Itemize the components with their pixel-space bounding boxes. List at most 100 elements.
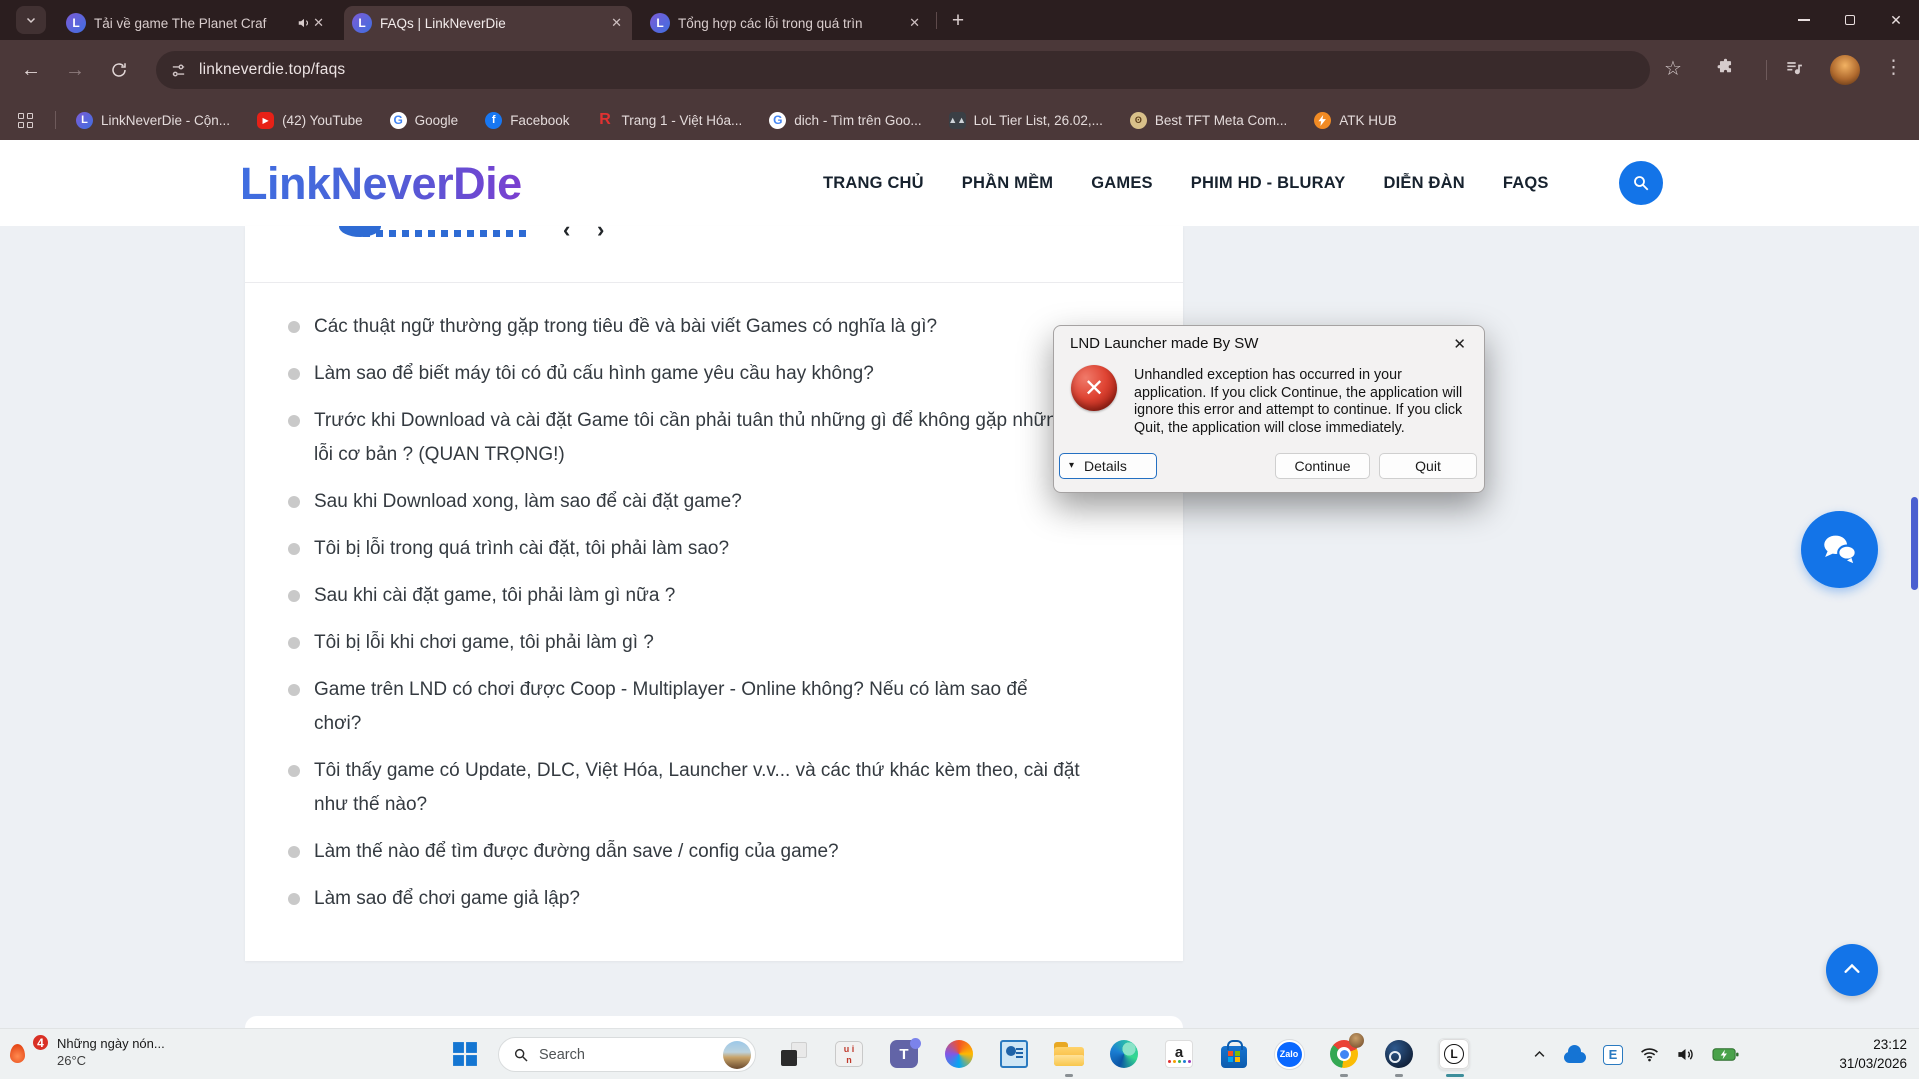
taskbar-app-task-manager[interactable] [998, 1038, 1030, 1070]
dialog-message: Unhandled exception has occurred in your… [1134, 367, 1470, 438]
media-controls-icon[interactable] [1784, 58, 1804, 83]
site-search-button[interactable] [1619, 161, 1663, 205]
bookmark-youtube[interactable]: ▶(42) YouTube [257, 112, 363, 129]
forward-button[interactable]: → [58, 53, 92, 87]
start-button[interactable] [452, 1041, 478, 1072]
faq-item[interactable]: Làm thế nào để tìm được đường dẫn save /… [288, 835, 1080, 869]
faq-item[interactable]: Trước khi Download và cài đặt Game tôi c… [288, 404, 1080, 472]
browser-tab[interactable]: L Tải về game The Planet Craf ✕ [58, 6, 334, 40]
taskbar-app-file-explorer[interactable] [1053, 1038, 1085, 1070]
minimize-button[interactable] [1781, 0, 1827, 40]
bookmark-google[interactable]: GGoogle [390, 112, 459, 129]
profile-avatar[interactable] [1830, 55, 1860, 85]
taskbar-app-squares[interactable] [778, 1038, 810, 1070]
nav-item-trang-chu[interactable]: TRANG CHỦ [823, 174, 924, 193]
tab-close-icon[interactable]: ✕ [907, 15, 922, 31]
browser-toolbar: ← → linkneverdie.top/faqs ☆ ⋮ [0, 40, 1919, 100]
taskbar-app-copilot[interactable] [943, 1038, 975, 1070]
onedrive-icon[interactable] [1564, 1052, 1586, 1063]
keyboard-icon: u in [835, 1041, 863, 1067]
site-nav: TRANG CHỦ PHẦN MỀM GAMES PHIM HD - BLURA… [823, 140, 1549, 226]
volume-icon[interactable] [1676, 1045, 1695, 1064]
site-logo[interactable]: LinkNeverDie [240, 158, 522, 210]
bookmark-star-icon[interactable]: ☆ [1664, 56, 1682, 81]
dialog-title-bar[interactable]: LND Launcher made By SW ✕ [1054, 326, 1484, 360]
battery-charging-icon[interactable] [1712, 1046, 1739, 1063]
faq-item[interactable]: Sau khi cài đặt game, tôi phải làm gì nữ… [288, 579, 1080, 613]
taskbar-app-chrome[interactable] [1328, 1038, 1360, 1070]
caret-down-icon: ▾ [1069, 460, 1074, 471]
faq-item[interactable]: Làm sao để biết máy tôi có đủ cấu hình g… [288, 357, 1080, 391]
bookmark-tft-meta[interactable]: ʘBest TFT Meta Com... [1130, 112, 1287, 129]
reload-button[interactable] [102, 53, 136, 87]
taskbar-search[interactable]: Search [498, 1037, 756, 1072]
carousel-dots[interactable] [363, 230, 526, 237]
tab-close-icon[interactable]: ✕ [311, 15, 326, 31]
extensions-icon[interactable] [1716, 58, 1735, 82]
nav-item-phim-hd[interactable]: PHIM HD - BLURAY [1191, 174, 1346, 193]
tab-search-button[interactable] [16, 6, 46, 34]
nav-item-faqs[interactable]: FAQS [1503, 174, 1549, 193]
faq-item[interactable]: Tôi bị lỗi trong quá trình cài đặt, tôi … [288, 532, 1080, 566]
bookmark-label: LoL Tier List, 26.02,... [974, 113, 1103, 128]
apps-grid-icon[interactable] [18, 113, 33, 128]
playlist-note-icon [1784, 58, 1804, 78]
chat-fab-button[interactable] [1801, 511, 1878, 588]
tab-audio-icon[interactable] [297, 16, 311, 30]
taskbar-app-amazon[interactable]: a [1163, 1038, 1195, 1070]
dialog-close-icon[interactable]: ✕ [1449, 333, 1470, 355]
quit-button[interactable]: Quit [1379, 453, 1477, 479]
taskbar-app-zalo[interactable]: Zalo [1273, 1038, 1305, 1070]
faq-item[interactable]: Tôi bị lỗi khi chơi game, tôi phải làm g… [288, 626, 1080, 660]
faq-item[interactable]: Sau khi Download xong, làm sao để cài đặ… [288, 485, 1080, 519]
carousel-next-icon[interactable]: › [597, 226, 604, 241]
nav-item-phan-mem[interactable]: PHẦN MỀM [962, 174, 1053, 193]
taskbar-app-edge[interactable] [1108, 1038, 1140, 1070]
address-bar[interactable]: linkneverdie.top/faqs [156, 51, 1650, 89]
bookmark-atk-hub[interactable]: ATK HUB [1314, 112, 1397, 129]
taskbar-app-lnd-launcher[interactable]: L [1438, 1038, 1470, 1070]
carousel-prev-icon[interactable]: ‹ [563, 226, 570, 241]
scroll-to-top-button[interactable] [1826, 944, 1878, 996]
browser-tab[interactable]: L Tổng hợp các lỗi trong quá trìn ✕ [642, 6, 930, 40]
taskbar-app-ms-store[interactable] [1218, 1038, 1250, 1070]
page-scrollbar-thumb[interactable] [1911, 497, 1918, 590]
tray-chevron-up-icon[interactable] [1532, 1047, 1547, 1062]
wifi-icon[interactable] [1640, 1045, 1659, 1064]
bookmark-dich[interactable]: Gdich - Tìm trên Goo... [769, 112, 921, 129]
taskbar-app-steam[interactable] [1383, 1038, 1415, 1070]
new-tab-button[interactable]: + [944, 7, 972, 35]
bookmark-linkneverdie[interactable]: LLinkNeverDie - Cộn... [76, 112, 230, 129]
faq-item[interactable]: Các thuật ngữ thường gặp trong tiêu đề v… [288, 310, 1080, 344]
taskbar-clock[interactable]: 23:12 31/03/2026 [1839, 1036, 1907, 1073]
browser-tab-active[interactable]: L FAQs | LinkNeverDie ✕ [344, 6, 632, 40]
bookmark-trang1[interactable]: RTrang 1 - Việt Hóa... [596, 112, 742, 129]
nav-item-games[interactable]: GAMES [1091, 174, 1153, 193]
taskbar-apps: u in T a Zalo L [778, 1038, 1470, 1070]
back-button[interactable]: ← [14, 53, 48, 87]
r-letter-icon: R [596, 112, 613, 129]
lnd-favicon: L [352, 13, 372, 33]
faq-item[interactable]: Game trên LND có chơi được Coop - Multip… [288, 673, 1080, 741]
maximize-button[interactable] [1827, 0, 1873, 40]
taskbar-app-unikey[interactable]: u in [833, 1038, 865, 1070]
tab-title: Tải về game The Planet Craf [94, 16, 289, 31]
bookmark-lol-tier[interactable]: ▲▲LoL Tier List, 26.02,... [949, 112, 1103, 129]
faq-item[interactable]: Làm sao để chơi game giả lập? [288, 882, 1080, 916]
bookmark-facebook[interactable]: fFacebook [485, 112, 569, 129]
taskbar-app-teams[interactable]: T [888, 1038, 920, 1070]
tab-close-icon[interactable]: ✕ [609, 15, 624, 31]
site-settings-icon[interactable] [170, 62, 187, 79]
bookmark-label: Best TFT Meta Com... [1155, 113, 1287, 128]
details-button[interactable]: ▾ Details [1059, 453, 1157, 479]
tab-title: FAQs | LinkNeverDie [380, 16, 601, 31]
weather-widget[interactable]: 4 Những ngày nón... 26°C [10, 1035, 165, 1069]
browser-menu-icon[interactable]: ⋮ [1884, 56, 1903, 79]
evkey-icon[interactable]: E [1603, 1045, 1623, 1065]
dark-square-icon [781, 1050, 797, 1066]
continue-button[interactable]: Continue [1275, 453, 1370, 479]
bing-daily-image[interactable] [723, 1041, 751, 1069]
faq-item[interactable]: Tôi thấy game có Update, DLC, Việt Hóa, … [288, 754, 1080, 822]
nav-item-dien-dan[interactable]: DIỄN ĐÀN [1384, 174, 1465, 193]
close-window-button[interactable]: ✕ [1873, 0, 1919, 40]
